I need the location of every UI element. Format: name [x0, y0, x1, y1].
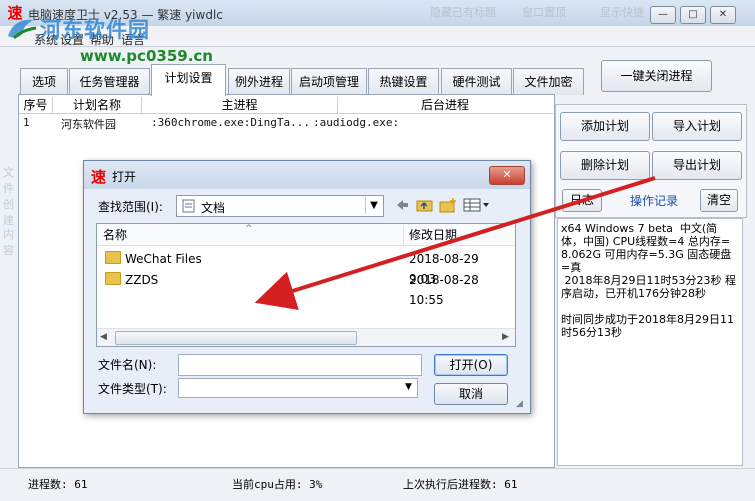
table-row[interactable]: 1 河东软件园 :360chrome.exe:DingTa... :audiod…	[19, 114, 553, 131]
new-folder-icon[interactable]	[439, 197, 457, 213]
tab-plan-settings[interactable]: 计划设置	[151, 64, 226, 96]
cancel-button[interactable]: 取消	[434, 383, 508, 405]
folder-icon	[105, 251, 121, 264]
operation-record-label: 操作记录	[630, 194, 679, 208]
pin-top-button[interactable]: 窗口置顶	[522, 4, 566, 22]
file-list[interactable]: 名称 ^ 修改日期 WeChat Files 2018-08-29 9:03 Z…	[96, 223, 516, 347]
scroll-right-icon[interactable]: ▶	[502, 332, 509, 342]
tab-file-encrypt[interactable]: 文件加密	[513, 68, 584, 95]
hide-title-button[interactable]: 隐藏已有标题	[430, 4, 496, 22]
watermark-url: www.pc0359.cn	[80, 47, 213, 65]
file-name: ZZDS	[125, 273, 159, 287]
list-item[interactable]: ZZDS 2018-08-28 10:55	[105, 270, 509, 307]
maximize-button[interactable]: □	[680, 6, 706, 24]
list-item[interactable]: WeChat Files 2018-08-29 9:03	[105, 249, 509, 286]
log-textarea[interactable]: x64 Windows 7 beta 中文(简体，中国) CPU线程数=4 总内…	[557, 218, 743, 466]
status-bar	[0, 468, 755, 501]
look-in-value: 文档	[201, 201, 226, 215]
scrollbar-thumb[interactable]	[115, 331, 357, 345]
dialog-app-icon: 速	[91, 168, 107, 186]
look-in-label: 查找范围(I):	[98, 200, 163, 214]
watermark-logo-icon	[8, 19, 37, 40]
dialog-close-icon[interactable]: ✕	[489, 166, 525, 185]
cell-no: 1	[23, 116, 30, 129]
clear-log-button[interactable]: 清空	[700, 189, 738, 212]
tab-options[interactable]: 选项	[20, 68, 68, 95]
dialog-title: 打开	[112, 170, 137, 184]
column-header-no[interactable]: 序号	[19, 97, 53, 113]
import-plan-button[interactable]: 导入计划	[652, 112, 742, 141]
column-header-main-process[interactable]: 主进程	[142, 97, 338, 113]
column-header-name[interactable]: 名称	[103, 225, 404, 245]
cell-background-process: :audiodg.exe:	[313, 116, 400, 129]
sort-caret-icon: ^	[245, 224, 253, 234]
tab-task-manager[interactable]: 任务管理器	[69, 68, 150, 95]
resize-grip-icon[interactable]: ◢	[516, 399, 523, 409]
cell-main-process: :360chrome.exe:DingTa...	[151, 116, 310, 129]
open-file-dialog: 速 打开 ✕ 查找范围(I): 文档 ▼ 名称 ^ 修改日期 WeChat Fi…	[83, 160, 531, 414]
tab-exception-process[interactable]: 例外进程	[228, 68, 290, 95]
close-button[interactable]: ✕	[710, 6, 736, 24]
filename-label: 文件名(N):	[98, 358, 157, 372]
folder-icon	[105, 272, 121, 285]
horizontal-scrollbar[interactable]: ◀ ▶	[97, 328, 515, 346]
status-cpu-usage: 当前cpu占用: 3%	[232, 478, 323, 491]
up-folder-icon[interactable]	[416, 197, 434, 213]
delete-plan-button[interactable]: 删除计划	[560, 151, 650, 180]
tab-hardware-test[interactable]: 硬件测试	[441, 68, 512, 95]
show-shortcut-button[interactable]: 显示快捷	[600, 4, 644, 22]
view-menu-icon[interactable]	[463, 197, 491, 213]
tab-startup-manager[interactable]: 启动项管理	[291, 68, 367, 95]
minimize-button[interactable]: —	[650, 6, 676, 24]
column-header-background-process[interactable]: 后台进程	[338, 97, 552, 113]
chevron-down-icon[interactable]: ▼	[401, 379, 416, 396]
status-last-exec-count: 上次执行后进程数: 61	[403, 478, 518, 491]
add-plan-button[interactable]: 添加计划	[560, 112, 650, 141]
chevron-down-icon[interactable]: ▼	[365, 197, 382, 214]
look-in-select[interactable]: 文档 ▼	[176, 195, 384, 217]
kill-all-processes-button[interactable]: 一键关闭进程	[601, 60, 712, 92]
column-header-plan-name[interactable]: 计划名称	[53, 97, 142, 113]
ghost-labels: 文件 创建 内容	[0, 160, 20, 257]
column-header-date[interactable]: 修改日期	[409, 225, 509, 245]
file-date: 2018-08-28 10:55	[409, 273, 479, 307]
back-arrow-icon[interactable]	[394, 197, 410, 213]
document-icon	[182, 199, 195, 213]
dialog-title-bar: 速 打开 ✕	[84, 161, 530, 189]
watermark-name: 河东软件园	[40, 18, 150, 42]
scroll-left-icon[interactable]: ◀	[100, 332, 107, 342]
status-process-count: 进程数: 61	[28, 478, 88, 491]
file-name: WeChat Files	[125, 252, 202, 266]
cell-plan-name: 河东软件园	[61, 118, 116, 131]
open-button[interactable]: 打开(O)	[434, 354, 508, 376]
filetype-label: 文件类型(T):	[98, 382, 167, 396]
log-button[interactable]: 日志	[562, 189, 602, 212]
filetype-select[interactable]: ▼	[178, 378, 418, 398]
filename-input[interactable]	[178, 354, 422, 376]
tab-hotkey-settings[interactable]: 热键设置	[368, 68, 439, 95]
export-plan-button[interactable]: 导出计划	[652, 151, 742, 180]
